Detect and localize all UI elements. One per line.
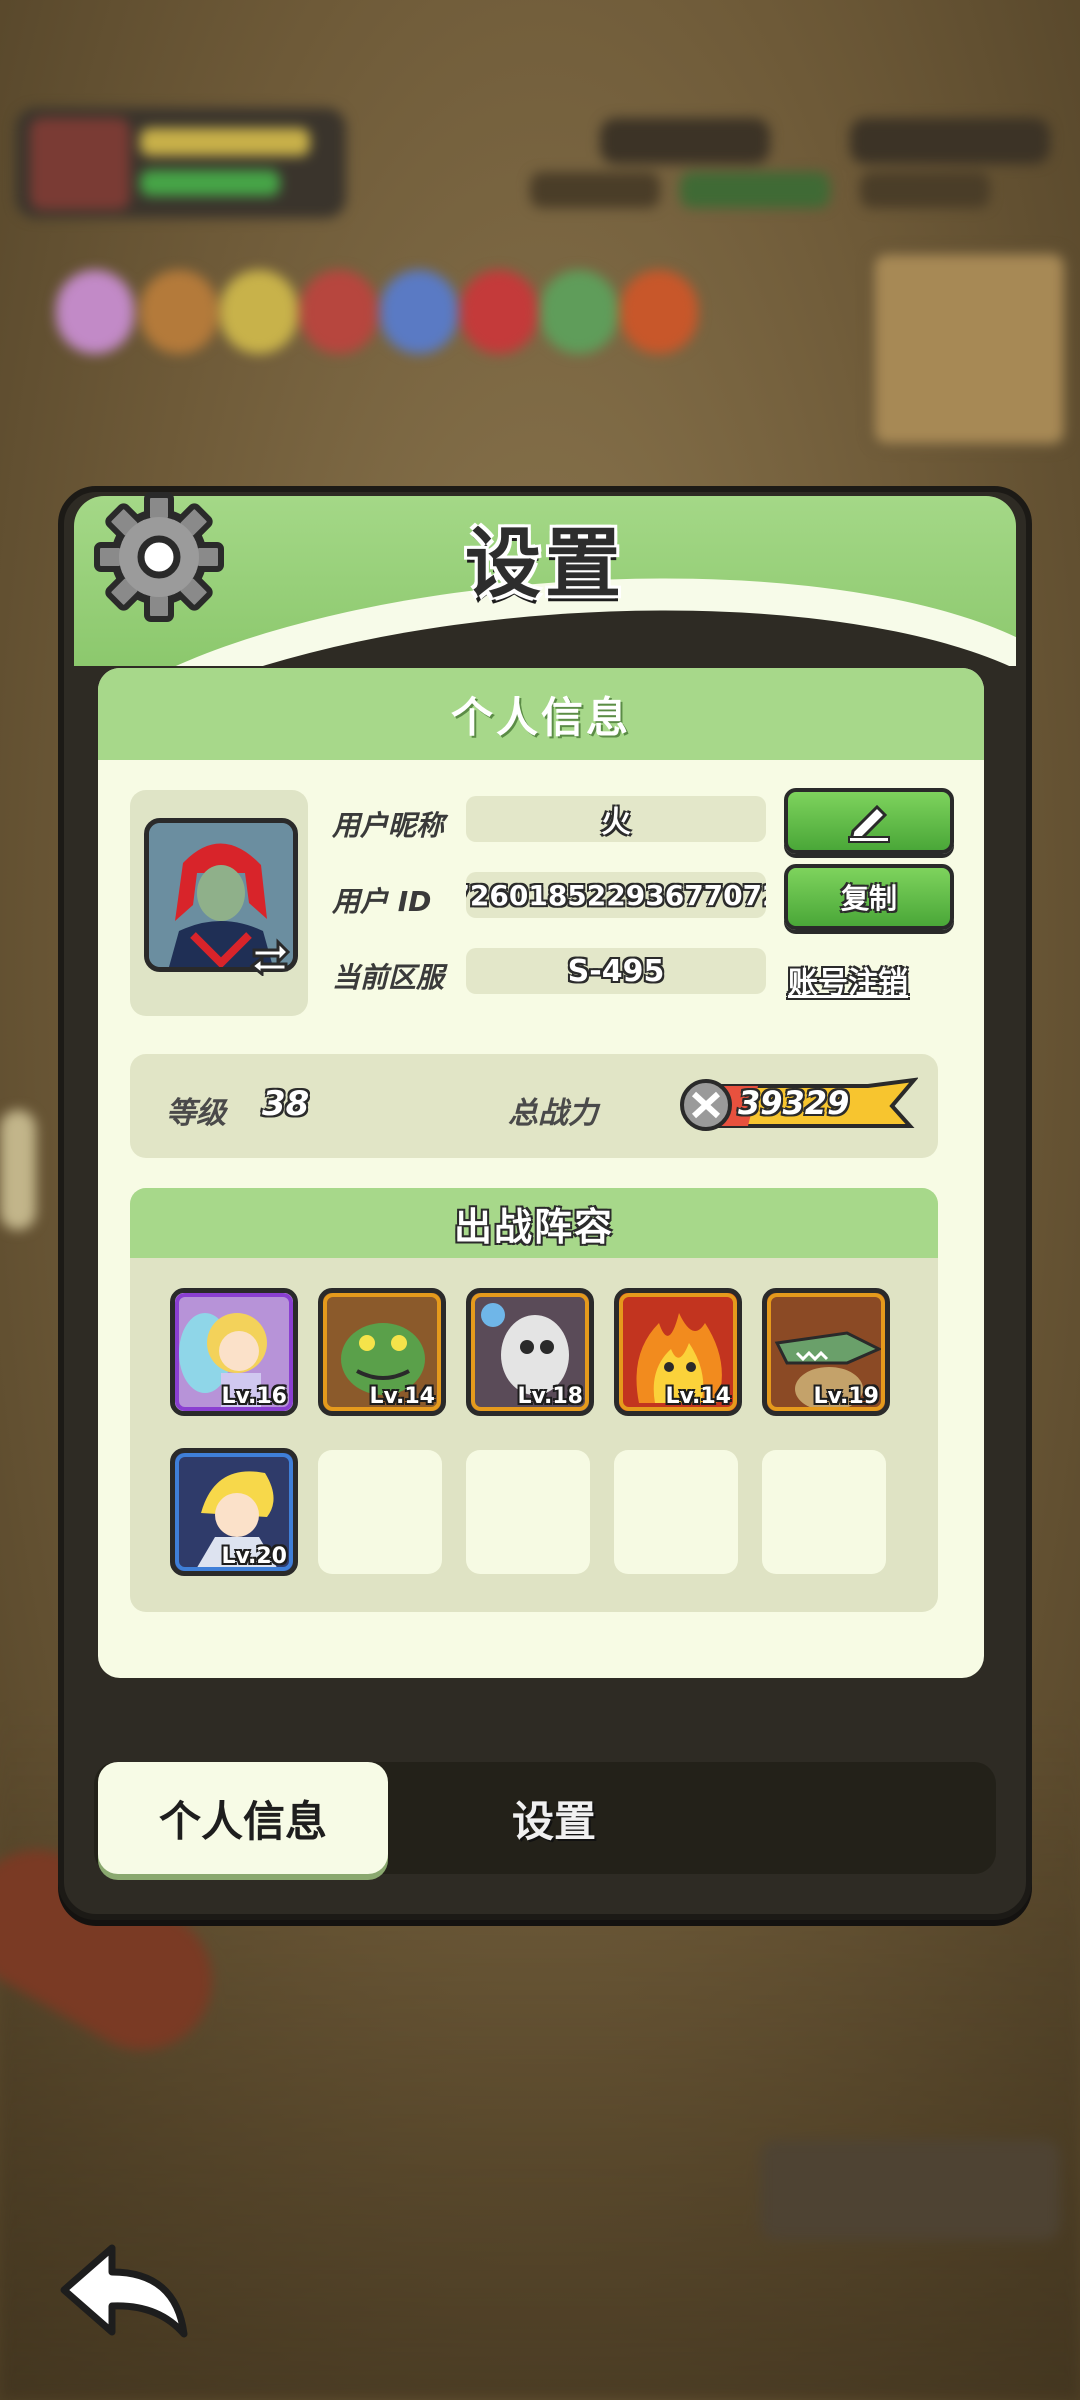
hero-level: Lv.20 (221, 1544, 287, 1569)
user-id-label: 用户 ID (332, 885, 432, 918)
hero-card[interactable]: Lv.18 (466, 1288, 594, 1416)
edit-pencil-icon (848, 804, 890, 843)
hero-card[interactable]: Lv.20 (170, 1448, 298, 1576)
bg-side-object (0, 1110, 36, 1230)
cancel-account-link[interactable]: 账号注销 (788, 958, 908, 1002)
bg-exp-bar (140, 128, 310, 156)
bg-tab (860, 172, 990, 208)
hero-level: Lv.18 (517, 1384, 583, 1409)
hero-level: Lv.14 (665, 1384, 731, 1409)
dialog-title: 设置 (465, 519, 625, 608)
lineup-header: 出战阵容 (130, 1188, 938, 1258)
tab-settings[interactable]: 设置 (454, 1762, 654, 1874)
dialog-tab-bar: 个人信息 设置 (94, 1762, 996, 1874)
hero-card[interactable]: Lv.14 (614, 1288, 742, 1416)
hero-card[interactable]: Lv.19 (762, 1288, 890, 1416)
hero-level: Lv.19 (813, 1384, 879, 1409)
server-field: S-495 (466, 948, 766, 994)
panel-header: 个人信息 (98, 668, 984, 760)
nickname-field: 火 (466, 796, 766, 842)
bg-hero (620, 270, 698, 354)
bg-hp-bar (140, 170, 280, 196)
power-value: 39329 (738, 1084, 850, 1122)
bg-hero (56, 270, 134, 354)
user-id-field: 72601852293677072 (466, 872, 766, 918)
hero-level: Lv.14 (369, 1384, 435, 1409)
bg-hero (540, 270, 618, 354)
hero-level: Lv.16 (221, 1384, 287, 1409)
bg-avatar (30, 118, 130, 210)
bg-tab (680, 172, 830, 208)
edit-nickname-button[interactable] (784, 788, 954, 854)
back-arrow-icon[interactable] (54, 2238, 194, 2342)
server-label: 当前区服 (332, 961, 445, 994)
level-label: 等级 (166, 1096, 226, 1131)
hero-card[interactable]: Lv.14 (318, 1288, 446, 1416)
empty-lineup-slot[interactable] (318, 1450, 442, 1574)
bg-tab (530, 172, 660, 208)
hero-card[interactable]: Lv.16 (170, 1288, 298, 1416)
level-value: 38 (262, 1084, 310, 1124)
empty-lineup-slot[interactable] (466, 1450, 590, 1574)
stats-row: 等级 38 总战力 39329 (130, 1054, 938, 1158)
personal-info-panel: 个人信息 用户昵称 火 用户 ID 72601852293677072 复制 当… (98, 668, 984, 1678)
battle-lineup: 出战阵容 Lv.16 Lv.14 Lv.18 Lv.14 Lv.19 Lv.20 (130, 1188, 938, 1612)
empty-lineup-slot[interactable] (762, 1450, 886, 1574)
swap-avatar-icon[interactable] (248, 936, 292, 976)
nickname-label: 用户昵称 (332, 809, 445, 842)
bg-hero (300, 270, 378, 354)
bg-hero (380, 270, 458, 354)
power-label: 总战力 (508, 1096, 598, 1131)
bg-minimap (870, 250, 1068, 448)
copy-id-button[interactable]: 复制 (784, 864, 954, 930)
tab-personal-info[interactable]: 个人信息 (98, 1762, 388, 1874)
bg-currency-gold (850, 118, 1050, 164)
bg-hero (460, 270, 538, 354)
settings-dialog: 设置 个人信息 用户昵称 火 用户 ID 72601852293677072 复… (58, 486, 1032, 1920)
bg-hero (140, 270, 218, 354)
bg-hero (220, 270, 298, 354)
profile-avatar-box[interactable] (130, 790, 308, 1016)
bg-currency-gem (600, 118, 770, 164)
bg-chat-box (760, 2140, 1060, 2240)
empty-lineup-slot[interactable] (614, 1450, 738, 1574)
